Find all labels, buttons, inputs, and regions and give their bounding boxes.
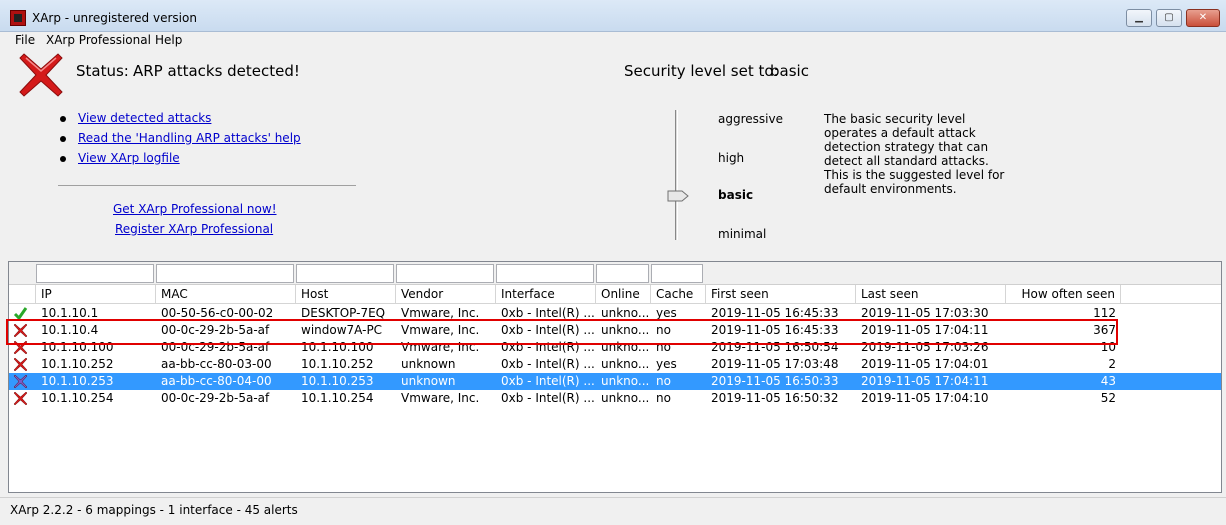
cell-host: 10.1.10.254 (301, 391, 374, 405)
mac-filter-input[interactable] (156, 264, 294, 283)
column-header-interface[interactable]: Interface (496, 285, 596, 304)
title-bar: XArp - unregistered version ▁ ▢ ✕ (0, 0, 1226, 32)
minimize-button[interactable]: ▁ (1126, 9, 1152, 27)
alert-x-icon (19, 53, 63, 97)
cell-count: 52 (1100, 391, 1116, 405)
security-slider-thumb[interactable] (667, 190, 689, 202)
column-header-online[interactable]: Online (596, 285, 651, 304)
cell-last-seen: 2019-11-05 17:04:10 (861, 391, 989, 405)
status-label: Status: (76, 62, 129, 80)
register-professional-link[interactable]: Register XArp Professional (115, 222, 273, 236)
column-header-ip[interactable]: IP (36, 285, 156, 304)
cell-last-seen: 2019-11-05 17:04:11 (861, 374, 989, 388)
cell-vendor: Vmware, Inc. (401, 391, 480, 405)
table-row[interactable]: 10.1.10.252 aa-bb-cc-80-03-00 10.1.10.252 u… (9, 356, 1221, 373)
cell-last-seen: 2019-11-05 17:04:01 (861, 357, 989, 371)
divider (58, 185, 356, 186)
cell-ip: 10.1.10.253 (41, 374, 114, 388)
table-header: IP MAC Host Vendor Interface Online Cach… (9, 285, 1221, 304)
security-level-label: Security level set to: (624, 62, 779, 80)
cell-first-seen: 2019-11-05 17:03:48 (711, 357, 839, 371)
alert-x-icon (13, 357, 28, 372)
get-professional-link[interactable]: Get XArp Professional now! (113, 202, 277, 216)
view-detected-attacks-link[interactable]: View detected attacks (78, 111, 211, 125)
column-header-last-seen[interactable]: Last seen (856, 285, 1006, 304)
alert-x-icon (13, 374, 28, 389)
xarp-app-icon (10, 10, 26, 26)
cache-filter-input[interactable] (651, 264, 703, 283)
bullet-icon (60, 156, 66, 162)
vendor-filter-input[interactable] (396, 264, 494, 283)
cell-first-seen: 2019-11-05 16:50:32 (711, 391, 839, 405)
highlight-annotation-box (6, 319, 1118, 345)
cell-cache: no (656, 391, 671, 405)
security-slider-track[interactable] (675, 110, 678, 240)
cell-first-seen: 2019-11-05 16:50:33 (711, 374, 839, 388)
interface-filter-input[interactable] (496, 264, 594, 283)
menu-help[interactable]: Help (155, 33, 182, 47)
level-basic[interactable]: basic (718, 188, 753, 202)
menu-xarp-professional[interactable]: XArp Professional (46, 33, 151, 47)
security-level-value: basic (770, 62, 809, 80)
level-high[interactable]: high (718, 151, 744, 165)
column-header-how-often-seen[interactable]: How often seen (1006, 285, 1121, 304)
menu-bar: File XArp Professional Help (0, 32, 1226, 50)
column-header-host[interactable]: Host (296, 285, 396, 304)
host-filter-input[interactable] (296, 264, 394, 283)
bullet-icon (60, 116, 66, 122)
close-button[interactable]: ✕ (1186, 9, 1220, 27)
bullet-icon (60, 136, 66, 142)
table-row[interactable]: 10.1.10.254 00-0c-29-2b-5a-af 10.1.10.254 V… (9, 390, 1221, 407)
column-header-vendor[interactable]: Vendor (396, 285, 496, 304)
ip-filter-input[interactable] (36, 264, 154, 283)
column-header-first-seen[interactable]: First seen (706, 285, 856, 304)
cell-interface: 0xb - Intel(R) ... (501, 391, 595, 405)
cell-online: unkno... (601, 374, 650, 388)
filter-row (9, 262, 1221, 285)
cell-host: 10.1.10.252 (301, 357, 374, 371)
cell-cache: yes (656, 357, 677, 371)
cell-online: unkno... (601, 391, 650, 405)
cell-vendor: unknown (401, 357, 456, 371)
cell-mac: aa-bb-cc-80-03-00 (161, 357, 272, 371)
table-row[interactable]: 10.1.10.253 aa-bb-cc-80-04-00 10.1.10.253 u… (9, 373, 1221, 390)
cell-mac: aa-bb-cc-80-04-00 (161, 374, 272, 388)
security-level-description: The basic security level operates a defa… (824, 112, 1005, 196)
cell-online: unkno... (601, 357, 650, 371)
mappings-table: IP MAC Host Vendor Interface Online Cach… (8, 261, 1222, 493)
column-header-cache[interactable]: Cache (651, 285, 706, 304)
status-bar: XArp 2.2.2 - 6 mappings - 1 interface - … (0, 497, 1226, 525)
alert-x-icon (13, 391, 28, 406)
column-header-mac[interactable]: MAC (156, 285, 296, 304)
cell-ip: 10.1.10.254 (41, 391, 114, 405)
level-aggressive[interactable]: aggressive (718, 112, 783, 126)
cell-vendor: unknown (401, 374, 456, 388)
menu-file[interactable]: File (15, 33, 35, 47)
maximize-button[interactable]: ▢ (1156, 9, 1182, 27)
online-filter-input[interactable] (596, 264, 649, 283)
cell-count: 43 (1100, 374, 1116, 388)
window-title: XArp - unregistered version (32, 11, 197, 25)
handling-arp-attacks-help-link[interactable]: Read the 'Handling ARP attacks' help (78, 131, 301, 145)
cell-count: 2 (1108, 357, 1116, 371)
column-header-status[interactable] (9, 285, 36, 304)
cell-cache: no (656, 374, 671, 388)
level-minimal[interactable]: minimal (718, 227, 766, 241)
status-bar-text: XArp 2.2.2 - 6 mappings - 1 interface - … (10, 503, 298, 517)
status-value: ARP attacks detected! (133, 62, 300, 80)
cell-host: 10.1.10.253 (301, 374, 374, 388)
cell-ip: 10.1.10.252 (41, 357, 114, 371)
cell-interface: 0xb - Intel(R) ... (501, 357, 595, 371)
cell-mac: 00-0c-29-2b-5a-af (161, 391, 270, 405)
view-logfile-link[interactable]: View XArp logfile (78, 151, 180, 165)
cell-interface: 0xb - Intel(R) ... (501, 374, 595, 388)
